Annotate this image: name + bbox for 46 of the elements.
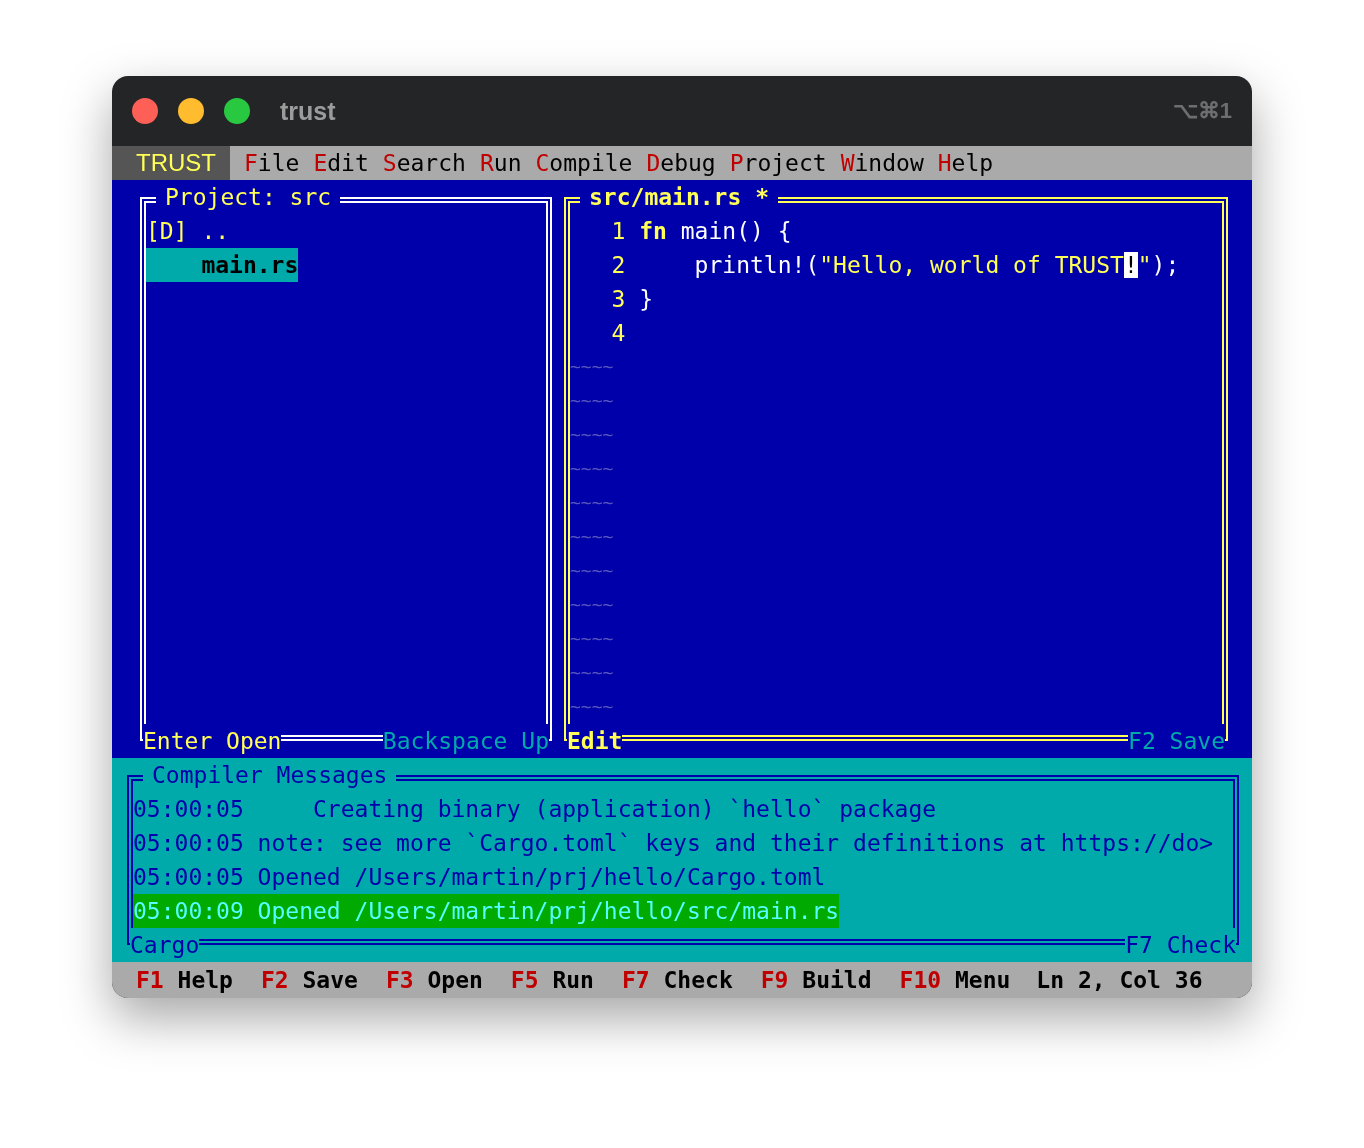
minimize-icon[interactable] [178, 98, 204, 124]
empty-line-marker: ~~~~ [570, 661, 614, 685]
menu-item[interactable]: Help [937, 146, 994, 180]
empty-line-marker: ~~~~ [570, 525, 614, 549]
close-icon[interactable] [132, 98, 158, 124]
function-key-hint[interactable]: F9 Build [760, 962, 872, 998]
empty-line-marker: ~~~~ [570, 457, 614, 481]
menu-item[interactable]: Run [479, 146, 522, 180]
menu-item[interactable]: Search [382, 146, 466, 180]
code-line: } [639, 285, 654, 314]
code-line: fn main() { [639, 217, 792, 246]
file-list-item[interactable]: [D] .. [146, 214, 230, 248]
menu-item[interactable]: Compile [535, 146, 633, 180]
line-number: 3 [610, 285, 626, 314]
function-key-hint[interactable]: F3 Open [385, 962, 483, 998]
empty-line-marker: ~~~~ [570, 627, 614, 651]
line-number: 2 [610, 251, 626, 280]
message-line[interactable]: 05:00:05 note: see more `Cargo.toml` keys and their definitions at https://do> [133, 826, 1214, 860]
empty-line-marker: ~~~~ [570, 695, 614, 719]
cursor-position: Ln 2, Col 36 [1036, 966, 1203, 995]
window-title: trust [280, 96, 336, 126]
file-list-item[interactable]: main.rs [146, 248, 299, 282]
menu-item[interactable]: Edit [313, 146, 369, 180]
empty-line-marker: ~~~~ [570, 355, 614, 379]
code-line: println!("Hello, world of TRUST!"); [693, 251, 1180, 280]
empty-line-marker: ~~~~ [570, 389, 614, 413]
empty-line-marker: ~~~~ [570, 593, 614, 617]
shortcut-label: ⌥⌘1 [1172, 98, 1232, 124]
message-line[interactable]: 05:00:05 Opened /Users/martin/prj/hello/Cargo.toml [133, 860, 826, 894]
line-number: 4 [610, 319, 626, 348]
app-name[interactable]: TRUST [112, 146, 230, 180]
function-key-hint[interactable]: F7 Check [621, 962, 733, 998]
function-key-hint[interactable]: F2 Save [260, 962, 358, 998]
menu-item[interactable]: Debug [646, 146, 716, 180]
empty-line-marker: ~~~~ [570, 423, 614, 447]
maximize-icon[interactable] [224, 98, 250, 124]
empty-line-marker: ~~~~ [570, 559, 614, 583]
menu-item[interactable]: Project [729, 146, 827, 180]
line-number: 1 [610, 217, 626, 246]
function-key-hint[interactable]: F10 Menu [899, 962, 1011, 998]
menu-item[interactable]: File [244, 146, 300, 180]
menu-item[interactable]: Window [840, 146, 924, 180]
function-key-hint[interactable]: F5 Run [510, 962, 594, 998]
message-line[interactable]: 05:00:05 Creating binary (application) `hello` package [133, 792, 937, 826]
empty-line-marker: ~~~~ [570, 491, 614, 515]
function-key-hint[interactable]: F1 Help [136, 962, 233, 998]
